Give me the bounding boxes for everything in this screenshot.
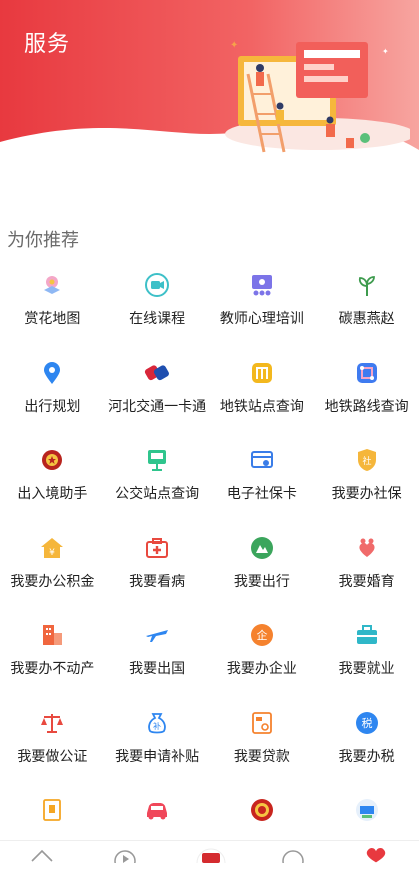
service-item[interactable] xyxy=(0,791,105,879)
leaf-icon xyxy=(354,272,380,298)
service-item[interactable]: 我要就业 xyxy=(314,616,419,704)
svg-text:✦: ✦ xyxy=(230,40,238,51)
metro-route-icon xyxy=(354,360,380,386)
medical-kit-icon xyxy=(144,535,170,561)
service-item[interactable]: 出行规划 xyxy=(0,354,105,442)
location-pin-icon xyxy=(39,360,65,386)
service-item[interactable]: 碳惠燕赵 xyxy=(314,266,419,354)
travel-icon xyxy=(249,535,275,561)
national-emblem-icon xyxy=(249,797,275,823)
service-item[interactable]: 电子社保卡 xyxy=(210,441,315,529)
police-badge-icon xyxy=(39,447,65,473)
service-label: 我要申请补贴 xyxy=(115,748,200,765)
service-label: 地铁站点查询 xyxy=(219,398,304,415)
service-label: 我要婚育 xyxy=(338,573,395,590)
service-label: 我要看病 xyxy=(129,573,186,590)
service-label: 河北交通一卡通 xyxy=(108,398,207,415)
subsidy-bag-icon: 补 xyxy=(144,710,170,736)
service-item[interactable]: 出入境助手 xyxy=(0,441,105,529)
svg-text:社: 社 xyxy=(362,455,371,467)
svg-text:企: 企 xyxy=(256,628,267,642)
home-icon[interactable] xyxy=(29,841,55,863)
service-label: 我要办社保 xyxy=(331,486,402,502)
service-item[interactable]: 社我要办社保 xyxy=(314,441,419,529)
service-item[interactable] xyxy=(314,791,419,879)
service-label: 我要出行 xyxy=(233,573,290,590)
service-label: 出入境助手 xyxy=(17,486,88,502)
video-course-icon xyxy=(144,272,170,298)
tax-icon: 税 xyxy=(354,710,380,736)
service-item[interactable]: 我要出行 xyxy=(210,529,315,617)
service-item[interactable]: 在线课程 xyxy=(105,266,210,354)
heart-icon[interactable] xyxy=(363,841,389,863)
scales-icon xyxy=(39,710,65,736)
bus-stop-icon xyxy=(144,447,170,473)
housing-fund-icon: ¥ xyxy=(39,535,65,561)
briefcase-icon xyxy=(354,622,380,648)
center-logo-icon[interactable] xyxy=(196,841,226,863)
service-badge-icon xyxy=(354,797,380,823)
play-icon[interactable] xyxy=(112,841,138,863)
service-item[interactable]: 地铁路线查询 xyxy=(314,354,419,442)
svg-text:补: 补 xyxy=(153,721,161,731)
service-label: 教师心理培训 xyxy=(219,311,304,327)
service-item[interactable]: 补我要申请补贴 xyxy=(105,704,210,792)
svg-text:¥: ¥ xyxy=(50,548,56,558)
social-security-card-icon xyxy=(249,447,275,473)
service-label: 公交站点查询 xyxy=(115,486,200,502)
service-label: 我要就业 xyxy=(338,661,395,677)
service-item[interactable]: 我要做公证 xyxy=(0,704,105,792)
social-security-shield-icon: 社 xyxy=(354,447,380,473)
enterprise-icon: 企 xyxy=(249,622,275,648)
service-label: 我要办公积金 xyxy=(10,573,95,590)
header-banner: 服务 ✦ ✦ xyxy=(0,0,419,200)
service-item[interactable]: 赏花地图 xyxy=(0,266,105,354)
metro-station-icon xyxy=(249,360,275,386)
airplane-icon xyxy=(144,622,170,648)
service-grid: 赏花地图 在线课程 教师心理培训 碳惠燕赵出行规划 河北交通一卡通 地铁站点查询 地铁路线查… xyxy=(0,266,419,879)
service-label: 我要办企业 xyxy=(226,661,297,677)
document-icon xyxy=(39,797,65,823)
service-label: 赏花地图 xyxy=(24,311,81,327)
service-item[interactable] xyxy=(210,791,315,879)
service-item[interactable]: 我要办不动产 xyxy=(0,616,105,704)
service-label: 我要办税 xyxy=(338,748,395,765)
svg-text:✦: ✦ xyxy=(382,47,389,56)
service-label: 我要做公证 xyxy=(17,748,88,765)
service-item[interactable]: 教师心理培训 xyxy=(210,266,315,354)
service-item[interactable]: 我要出国 xyxy=(105,616,210,704)
service-label: 地铁路线查询 xyxy=(324,398,409,415)
teacher-training-icon xyxy=(249,272,275,298)
service-label: 我要贷款 xyxy=(233,748,290,765)
transit-card-icon xyxy=(144,360,170,386)
service-label: 电子社保卡 xyxy=(226,486,297,502)
chat-icon[interactable] xyxy=(280,841,306,863)
flower-map-icon xyxy=(39,272,65,298)
service-label: 碳惠燕赵 xyxy=(338,311,395,327)
service-item[interactable]: 企我要办企业 xyxy=(210,616,315,704)
service-item[interactable]: 税我要办税 xyxy=(314,704,419,792)
service-item[interactable]: 我要贷款 xyxy=(210,704,315,792)
page-title: 服务 xyxy=(24,32,71,57)
service-item[interactable]: 我要婚育 xyxy=(314,529,419,617)
service-label: 出行规划 xyxy=(24,398,81,415)
header-illustration: ✦ ✦ xyxy=(225,40,410,153)
service-item[interactable]: 地铁站点查询 xyxy=(210,354,315,442)
bottom-tab-bar xyxy=(0,840,419,863)
section-title: 为你推荐 xyxy=(7,230,79,251)
car-icon xyxy=(144,797,170,823)
svg-text:税: 税 xyxy=(361,716,372,730)
loan-card-icon xyxy=(249,710,275,736)
service-item[interactable]: 我要看病 xyxy=(105,529,210,617)
real-estate-icon xyxy=(39,622,65,648)
service-item[interactable]: 公交站点查询 xyxy=(105,441,210,529)
service-label: 在线课程 xyxy=(129,311,186,327)
service-item[interactable]: ¥ 我要办公积金 xyxy=(0,529,105,617)
service-label: 我要办不动产 xyxy=(10,661,95,677)
marriage-icon xyxy=(354,535,380,561)
service-item[interactable] xyxy=(105,791,210,879)
service-item[interactable]: 河北交通一卡通 xyxy=(105,354,210,442)
service-label: 我要出国 xyxy=(129,661,186,677)
